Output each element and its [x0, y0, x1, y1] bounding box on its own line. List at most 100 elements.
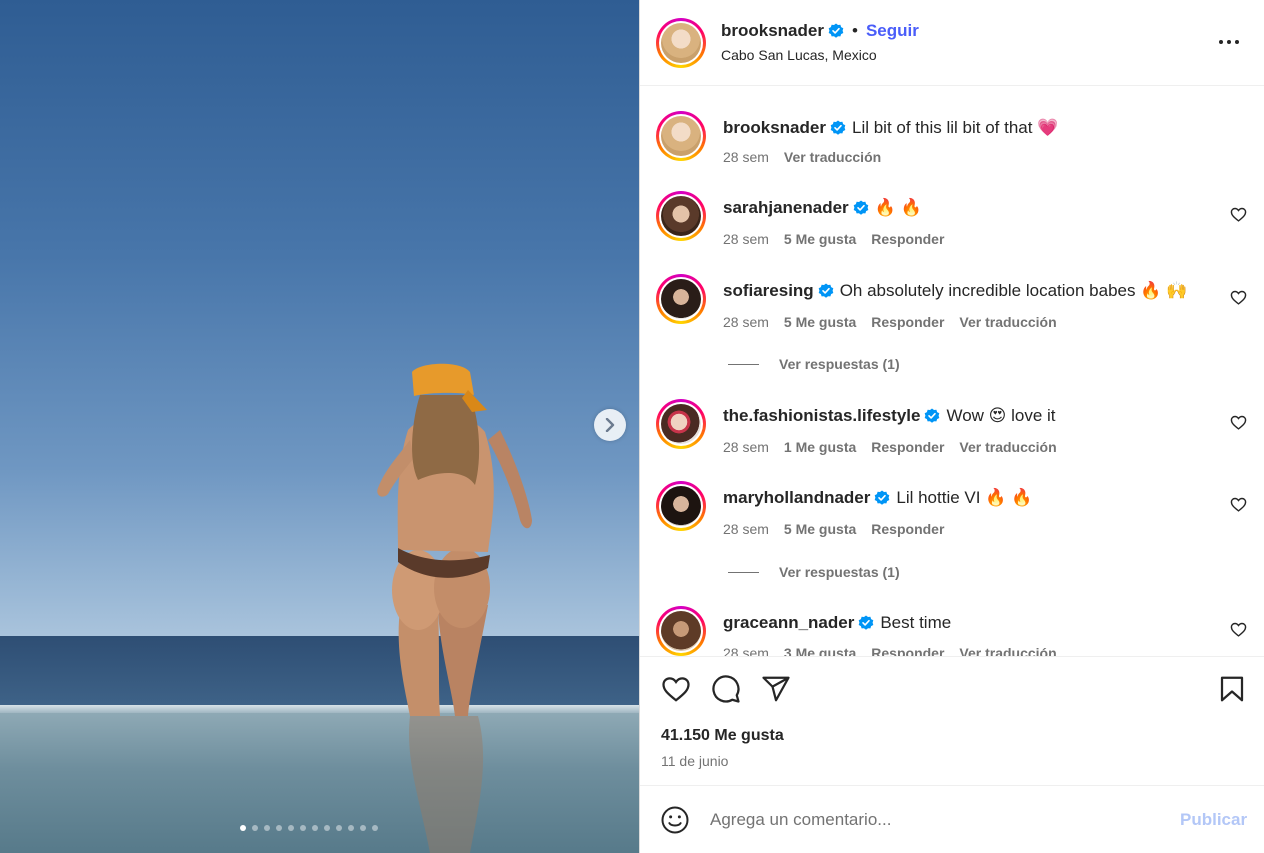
comment-text-line: sarahjanenader 🔥 🔥 — [723, 198, 922, 218]
comment-body: Best time — [880, 613, 952, 632]
comment-text-line: maryhollandnader Lil hottie VI 🔥 🔥 — [723, 488, 1032, 508]
verified-badge-icon — [859, 615, 874, 630]
verified-badge-icon — [818, 283, 834, 298]
comment-time: 28 sem — [723, 231, 769, 247]
verified-badge-icon — [828, 23, 844, 38]
caption-author-avatar[interactable] — [656, 111, 706, 161]
view-replies-label: Ver respuestas (1) — [779, 356, 900, 372]
comment-likes-count[interactable]: 3 Me gusta — [784, 645, 856, 656]
heart-icon[interactable] — [1230, 289, 1247, 306]
follow-button[interactable]: Seguir — [866, 21, 919, 41]
view-replies-button[interactable]: Ver respuestas (1) — [728, 564, 900, 580]
verified-badge-icon — [925, 408, 940, 423]
caption-username[interactable]: brooksnader — [723, 118, 826, 138]
verified-badge-icon — [830, 120, 846, 135]
comment-likes-count[interactable]: 5 Me gusta — [784, 231, 856, 247]
comment-icon[interactable] — [711, 674, 741, 704]
post-details-panel: brooksnader • Seguir Cabo San Lucas, Mex… — [639, 0, 1264, 853]
comment-meta: 28 sem 5 Me gusta Responder — [723, 231, 944, 247]
comment-time: 28 sem — [723, 521, 769, 537]
comment-input[interactable] — [710, 806, 1150, 834]
more-options-icon[interactable] — [1217, 30, 1241, 54]
comment-username[interactable]: maryhollandnader — [723, 488, 870, 508]
comment-username[interactable]: the.fashionistas.lifestyle — [723, 406, 920, 426]
reply-button[interactable]: Responder — [871, 231, 944, 247]
reply-button[interactable]: Responder — [871, 645, 944, 656]
author-username[interactable]: brooksnader — [721, 21, 824, 41]
comment-meta: 28 sem 5 Me gusta Responder — [723, 521, 944, 537]
heart-icon[interactable] — [1230, 496, 1247, 513]
see-translation-button[interactable]: Ver traducción — [959, 439, 1056, 455]
chevron-right-icon — [605, 418, 615, 432]
carousel-dot — [276, 825, 282, 831]
comment-meta: 28 sem 5 Me gusta Responder Ver traducci… — [723, 314, 1057, 330]
comment-username[interactable]: sarahjanenader — [723, 198, 849, 218]
caption-time: 28 sem — [723, 149, 769, 165]
share-icon[interactable] — [761, 674, 791, 704]
carousel-dot — [252, 825, 258, 831]
carousel-dot — [240, 825, 246, 831]
heart-icon[interactable] — [661, 674, 691, 704]
comment-avatar[interactable] — [656, 191, 706, 241]
publish-button[interactable]: Publicar — [1180, 810, 1247, 830]
comment-time: 28 sem — [723, 314, 769, 330]
post-actions: 41.150 Me gusta 11 de junio — [640, 656, 1264, 785]
see-translation-button[interactable]: Ver traducción — [959, 314, 1056, 330]
caption-meta: 28 sem Ver traducción — [723, 149, 881, 165]
reply-button[interactable]: Responder — [871, 521, 944, 537]
comment-avatar[interactable] — [656, 399, 706, 449]
verified-badge-icon — [853, 200, 868, 215]
heart-icon[interactable] — [1230, 206, 1247, 223]
comment-username[interactable]: sofiaresing — [723, 281, 814, 301]
comment-text-line: graceann_nader Best time — [723, 613, 951, 633]
post-date: 11 de junio — [661, 753, 729, 769]
carousel-dot — [264, 825, 270, 831]
post-location[interactable]: Cabo San Lucas, Mexico — [721, 47, 877, 63]
comment-avatar[interactable] — [656, 481, 706, 531]
comment-meta: 28 sem 1 Me gusta Responder Ver traducci… — [723, 439, 1057, 455]
comment-avatar[interactable] — [656, 606, 706, 656]
person-figure — [377, 363, 532, 853]
comments-list[interactable]: brooksnader Lil bit of this lil bit of t… — [640, 87, 1264, 656]
comment-body: Oh absolutely incredible location babes … — [839, 281, 1188, 300]
likes-count[interactable]: 41.150 Me gusta — [661, 727, 784, 745]
comment-username[interactable]: graceann_nader — [723, 613, 854, 633]
heart-icon[interactable] — [1230, 414, 1247, 431]
carousel-dot — [288, 825, 294, 831]
caption-body: Lil bit of this lil bit of that 💗 — [851, 118, 1059, 137]
carousel-dot — [324, 825, 330, 831]
comment-text-line: sofiaresing Oh absolutely incredible loc… — [723, 281, 1187, 301]
comment-body: Lil hottie VI 🔥 🔥 — [896, 488, 1033, 507]
comment-time: 28 sem — [723, 645, 769, 656]
comment-body: Wow 😍 love it — [946, 406, 1056, 425]
comment-body: 🔥 🔥 — [874, 198, 922, 217]
comment-likes-count[interactable]: 5 Me gusta — [784, 314, 856, 330]
comment-time: 28 sem — [723, 439, 769, 455]
carousel-dot — [300, 825, 306, 831]
see-translation-button[interactable]: Ver traducción — [784, 149, 881, 165]
see-translation-button[interactable]: Ver traducción — [959, 645, 1056, 656]
post-media[interactable] — [0, 0, 639, 853]
separator-dot: • — [851, 21, 858, 40]
reply-button[interactable]: Responder — [871, 439, 944, 455]
carousel-dot — [348, 825, 354, 831]
comment-likes-count[interactable]: 1 Me gusta — [784, 439, 856, 455]
post-header: brooksnader • Seguir Cabo San Lucas, Mex… — [640, 0, 1264, 86]
carousel-dot — [372, 825, 378, 831]
next-image-button[interactable] — [594, 409, 626, 441]
emoji-icon[interactable] — [660, 805, 690, 835]
view-replies-label: Ver respuestas (1) — [779, 564, 900, 580]
comment-text-line: the.fashionistas.lifestyle Wow 😍 love it — [723, 406, 1056, 426]
carousel-dot — [360, 825, 366, 831]
carousel-indicator — [240, 825, 378, 831]
author-avatar[interactable] — [656, 18, 706, 68]
bookmark-icon[interactable] — [1217, 674, 1247, 704]
carousel-dot — [336, 825, 342, 831]
heart-icon[interactable] — [1230, 621, 1247, 638]
carousel-dot — [312, 825, 318, 831]
caption-text-line: brooksnader Lil bit of this lil bit of t… — [723, 118, 1058, 138]
view-replies-button[interactable]: Ver respuestas (1) — [728, 356, 900, 372]
comment-likes-count[interactable]: 5 Me gusta — [784, 521, 856, 537]
comment-avatar[interactable] — [656, 274, 706, 324]
reply-button[interactable]: Responder — [871, 314, 944, 330]
